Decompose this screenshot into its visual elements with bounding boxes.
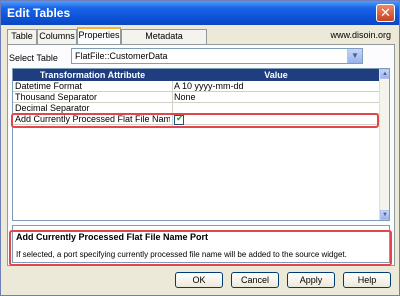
vertical-scrollbar[interactable]: ▲ ▼	[379, 69, 389, 220]
scroll-up-icon[interactable]: ▲	[380, 69, 389, 79]
attribute-cell: Datetime Format	[15, 81, 83, 91]
window-title: Edit Tables	[7, 6, 71, 20]
tab-table[interactable]: Table	[7, 29, 37, 44]
close-icon[interactable]: ✕	[376, 4, 395, 22]
row-highlight-annotation	[11, 113, 379, 128]
column-header-attribute[interactable]: Transformation Attribute	[13, 69, 172, 81]
select-table-label: Select Table	[9, 53, 58, 63]
help-button[interactable]: Help	[343, 272, 391, 288]
grid-header: Transformation Attribute Value	[13, 69, 380, 81]
scroll-down-icon[interactable]: ▼	[380, 210, 389, 220]
table-row[interactable]: Thousand Separator None	[13, 92, 380, 103]
select-table-value: FlatFile::CustomerData	[75, 51, 168, 61]
select-table-dropdown[interactable]: FlatFile::CustomerData ▼	[71, 48, 363, 64]
tab-bar: Table Columns Properties Metadata Extens…	[7, 27, 395, 54]
tab-columns[interactable]: Columns	[37, 29, 77, 44]
apply-button[interactable]: Apply	[287, 272, 335, 288]
site-watermark: www.disoin.org	[330, 30, 391, 40]
attribute-cell: Thousand Separator	[15, 92, 98, 102]
attributes-grid: Transformation Attribute Value Datetime …	[12, 68, 390, 221]
column-header-value[interactable]: Value	[172, 69, 380, 81]
table-row[interactable]: Datetime Format A 10 yyyy-mm-dd	[13, 81, 380, 92]
tab-metadata-extensions[interactable]: Metadata Extensions	[121, 29, 207, 54]
tab-properties[interactable]: Properties	[77, 27, 121, 44]
description-highlight-annotation	[9, 230, 392, 266]
edit-tables-dialog: Edit Tables ✕ Table Columns Properties M…	[0, 0, 400, 296]
ok-button[interactable]: OK	[175, 272, 223, 288]
value-cell[interactable]: None	[174, 92, 379, 103]
chevron-down-icon[interactable]: ▼	[347, 49, 362, 63]
value-cell[interactable]: A 10 yyyy-mm-dd	[174, 81, 379, 92]
cancel-button[interactable]: Cancel	[231, 272, 279, 288]
title-bar: Edit Tables ✕	[1, 1, 399, 25]
